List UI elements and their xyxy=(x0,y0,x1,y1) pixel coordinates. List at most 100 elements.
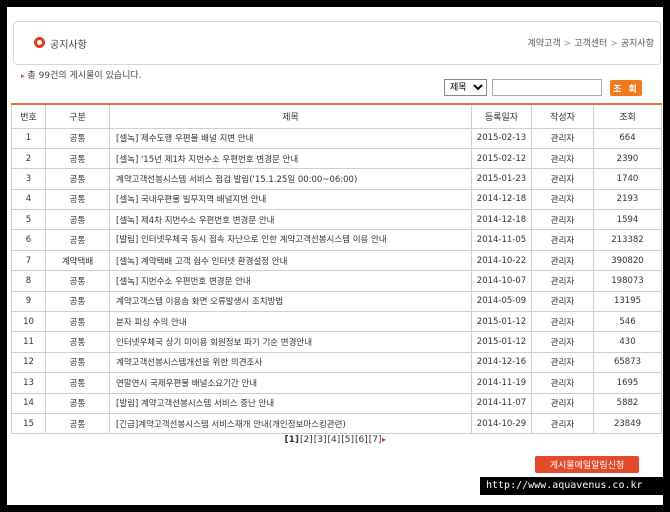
table-row[interactable]: 13 공통 연말연시 국제우편물 배널소요기간 안내 2014-11-19 관리자 169… xyxy=(11,372,662,394)
page-link[interactable]: [6] xyxy=(355,435,368,445)
page-link[interactable]: [2] xyxy=(300,435,313,445)
cell-no: 6 xyxy=(11,229,46,251)
cell-author: 관리자 xyxy=(531,209,594,231)
cell-views: 2390 xyxy=(593,147,662,170)
cell-date: 2014-05-09 xyxy=(471,290,532,313)
cell-type: 공통 xyxy=(45,168,110,190)
page-link[interactable]: [7] xyxy=(369,435,382,445)
table-row[interactable]: 1 공통 [셀녹] 제수도행 우편물 배널 지변 안내 2015-02-13 관리자 66… xyxy=(11,127,662,149)
search-button[interactable]: 조 회 xyxy=(610,80,642,96)
cell-type: 계약택배 xyxy=(45,249,110,272)
cell-type: 공통 xyxy=(45,229,110,251)
cell-no: 10 xyxy=(11,311,46,333)
column-header-views: 조회 xyxy=(593,103,662,129)
cell-no: 2 xyxy=(11,147,46,170)
cell-date: 2015-01-23 xyxy=(471,168,532,190)
cell-views: 23849 xyxy=(593,412,662,435)
cell-title-link[interactable]: [발림] 계약고객선봉시스템 서비스 중난 안내 xyxy=(109,392,472,414)
cell-date: 2014-12-18 xyxy=(471,188,532,211)
page-header: 공지사항 계약고객 > 고객센터 > 공지사항 xyxy=(13,21,661,65)
cell-no: 3 xyxy=(11,168,46,190)
cell-date: 2014-10-22 xyxy=(471,249,532,272)
table-row[interactable]: 15 공통 [긴급]계약고객선봉시스템 서비스재개 안내(개인정보마스킹관련) 201… xyxy=(11,412,662,435)
search-field-select[interactable]: 제목 xyxy=(444,79,487,96)
cell-title-link[interactable]: [셀녹] 국내우편물 빌무지역 배널지번 안내 xyxy=(109,188,472,211)
cell-author: 관리자 xyxy=(531,351,594,374)
mail-alert-subscribe-button[interactable]: 게시물메일알림신청 xyxy=(535,456,639,473)
cell-no: 8 xyxy=(11,270,46,292)
next-page-arrow-icon[interactable]: ▸ xyxy=(382,435,386,444)
breadcrumb: 계약고객 > 고객센터 > 공지사항 xyxy=(528,36,654,49)
table-row[interactable]: 3 공통 계약고객선봉시스템 서비스 점검 발림('15.1.25일 00:00~0… xyxy=(11,168,662,190)
column-header-author: 작성자 xyxy=(531,103,594,129)
cell-date: 2015-01-12 xyxy=(471,311,532,333)
table-row[interactable]: 2 공통 [셀녹] '15년 제1차 지번수소 우편번호 변경문 안내 2015-02… xyxy=(11,147,662,170)
cell-title-link[interactable]: [셀녹] 지번수소 우편번호 변경문 안내 xyxy=(109,270,472,292)
cell-date: 2014-10-29 xyxy=(471,412,532,435)
column-header-type: 구분 xyxy=(45,103,110,129)
table-row[interactable]: 4 공통 [셀녹] 국내우편물 빌무지역 배널지번 안내 2014-12-18 관리자 2… xyxy=(11,188,662,211)
page-link[interactable]: [5] xyxy=(341,435,354,445)
cell-title-link[interactable]: [셀녹] '15년 제1차 지번수소 우편번호 변경문 안내 xyxy=(109,147,472,170)
cell-author: 관리자 xyxy=(531,290,594,313)
cell-author: 관리자 xyxy=(531,311,594,333)
cell-title-link[interactable]: 계약고객선봉시스템 서비스 점검 발림('15.1.25일 00:00~06:0… xyxy=(109,168,472,190)
cell-views: 1695 xyxy=(593,372,662,394)
cell-title-link[interactable]: [셀녹] 계약택배 고객 쉽수 인터넷 환경설정 안내 xyxy=(109,249,472,272)
cell-views: 2193 xyxy=(593,188,662,211)
page-title: 공지사항 xyxy=(50,40,87,51)
cell-title-link[interactable]: [긴급]계약고객선봉시스템 서비스재개 안내(개인정보마스킹관련) xyxy=(109,412,472,435)
cell-author: 관리자 xyxy=(531,270,594,292)
cell-views: 5882 xyxy=(593,392,662,414)
cell-views: 13195 xyxy=(593,290,662,313)
cell-title-link[interactable]: 계약고객선봉시스템개선을 위한 의견조사 xyxy=(109,351,472,374)
cell-author: 관리자 xyxy=(531,188,594,211)
cell-type: 공통 xyxy=(45,290,110,313)
page-link[interactable]: [4] xyxy=(327,435,340,445)
cell-author: 관리자 xyxy=(531,127,594,149)
cell-views: 546 xyxy=(593,311,662,333)
table-row[interactable]: 8 공통 [셀녹] 지번수소 우편번호 변경문 안내 2014-10-07 관리자 198… xyxy=(11,270,662,292)
bullet-circle-icon xyxy=(34,37,45,48)
table-row[interactable]: 6 공통 [발림] 인터넷우체국 동시 접속 자난으로 인한 계약고객선봉시스템 이… xyxy=(11,229,662,251)
table-row[interactable]: 14 공통 [발림] 계약고객선봉시스템 서비스 중난 안내 2014-11-07 관리… xyxy=(11,392,662,414)
table-row[interactable]: 9 공통 계약고객스템 이용솜 화면 오류발생시 조치방법 2014-05-09 관리자… xyxy=(11,290,662,313)
cell-type: 공통 xyxy=(45,351,110,374)
page-link[interactable]: [3] xyxy=(314,435,327,445)
cell-title-link[interactable]: [셀녹] 제4차 지번수소 우편번호 변경문 안내 xyxy=(109,209,472,231)
table-row[interactable]: 5 공통 [셀녹] 제4차 지번수소 우편번호 변경문 안내 2014-12-18 관리… xyxy=(11,209,662,231)
cell-views: 213382 xyxy=(593,229,662,251)
breadcrumb-item[interactable]: 계약고객 xyxy=(528,39,561,49)
cell-views: 390820 xyxy=(593,249,662,272)
cell-date: 2014-11-05 xyxy=(471,229,532,251)
cell-no: 14 xyxy=(11,392,46,414)
table-row[interactable]: 12 공통 계약고객선봉시스템개선을 위한 의견조사 2014-12-16 관리자 658… xyxy=(11,351,662,374)
cell-author: 관리자 xyxy=(531,412,594,435)
cell-views: 430 xyxy=(593,331,662,353)
cell-type: 공통 xyxy=(45,188,110,211)
cell-title-link[interactable]: [셀녹] 제수도행 우편물 배널 지변 안내 xyxy=(109,127,472,149)
table-header-row: 번호 구분 제목 등록일자 작성자 조회 xyxy=(11,103,662,129)
summary-suffix: 의 게시물이 있습니다. xyxy=(58,71,142,81)
cell-title-link[interactable]: [발림] 인터넷우체국 동시 접속 자난으로 인한 계약고객선봉시스템 이용 안… xyxy=(109,229,472,251)
cell-no: 15 xyxy=(11,412,46,435)
summary-prefix: 총 xyxy=(27,71,39,81)
cell-author: 관리자 xyxy=(531,372,594,394)
search-input[interactable] xyxy=(492,79,602,96)
cell-date: 2014-11-19 xyxy=(471,372,532,394)
notice-table: 번호 구분 제목 등록일자 작성자 조회 1 공통 [셀녹] 제수도행 우편물 배널… xyxy=(11,103,662,435)
cell-date: 2014-11-07 xyxy=(471,392,532,414)
table-row[interactable]: 11 공통 인터넷우체국 상기 미이용 회원정보 파기 기순 변경안내 2015-01… xyxy=(11,331,662,353)
cell-type: 공통 xyxy=(45,331,110,353)
cell-date: 2014-12-18 xyxy=(471,209,532,231)
page-link-current[interactable]: [1] xyxy=(284,435,299,445)
breadcrumb-item[interactable]: 고객센터 xyxy=(574,39,607,49)
triangle-bullet-icon: ▸ xyxy=(21,72,25,80)
page: 공지사항 계약고객 > 고객센터 > 공지사항 ▸ 총 99건의 게시물이 있습니다. 제… xyxy=(7,7,663,505)
cell-title-link[interactable]: 분자 피싱 수의 안내 xyxy=(109,311,472,333)
cell-title-link[interactable]: 인터넷우체국 상기 미이용 회원정보 파기 기순 변경안내 xyxy=(109,331,472,353)
table-row[interactable]: 10 공통 분자 피싱 수의 안내 2015-01-12 관리자 546 xyxy=(11,311,662,333)
table-row[interactable]: 7 계약택배 [셀녹] 계약택배 고객 쉽수 인터넷 환경설정 안내 2014-10-… xyxy=(11,249,662,272)
cell-title-link[interactable]: 계약고객스템 이용솜 화면 오류발생시 조치방법 xyxy=(109,290,472,313)
cell-title-link[interactable]: 연말연시 국제우편물 배널소요기간 안내 xyxy=(109,372,472,394)
